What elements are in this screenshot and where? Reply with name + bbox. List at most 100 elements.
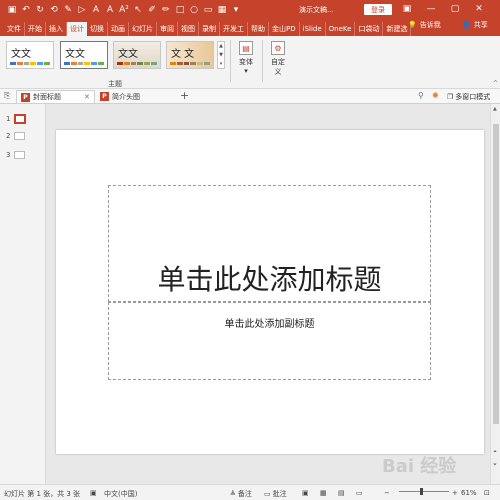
ribbon-tab-8[interactable]: 视图 [178,22,199,36]
ribbon-tab-15[interactable]: 口袋动 [355,22,384,36]
ribbon-tab-10[interactable]: 开发工 [220,22,248,36]
superscript-icon[interactable]: A² [118,4,130,16]
undo-icon[interactable]: ↶ [20,4,32,16]
ribbon-tab-12[interactable]: 金山PD [269,22,300,36]
ribbon-tab-1[interactable]: 开始 [25,22,46,36]
slide-count-status: 幻灯片 第 1 张，共 3 张 [4,490,81,498]
pen-icon[interactable]: ✐ [146,4,158,16]
login-button[interactable]: 登录 [364,4,392,15]
scroll-up-arrow-icon[interactable]: ▲ [493,106,497,112]
comments-button[interactable]: ▭ 批注 [264,489,287,499]
ribbon-tab-5[interactable]: 动画 [108,22,129,36]
notes-label: 备注 [237,490,252,498]
tell-me-box[interactable]: 💡 告诉我 [408,20,441,30]
tell-me-label: 告诉我 [419,21,441,29]
start-slideshow-icon[interactable]: ▷ [76,4,88,16]
multi-window-button[interactable]: ❐ 多窗口模式 [447,92,490,102]
ribbon-tab-2[interactable]: 插入 [46,22,67,36]
next-slide-icon[interactable]: ⏷ [493,462,497,468]
theme-thumbnail-3[interactable]: 文文 [113,41,161,69]
add-tab-button[interactable]: + [180,89,189,102]
highlighter-icon[interactable]: ✏ [160,4,172,16]
ribbon-tab-0[interactable]: 文件 [4,22,25,36]
repeat-icon[interactable]: ⟲ [48,4,60,16]
ribbon-tab-11[interactable]: 帮助 [248,22,269,36]
language-status[interactable]: 中文(中国) [104,489,137,499]
theme-gallery-scroll[interactable]: ▲ ▼ ▾ [217,41,225,69]
vertical-scrollbar[interactable]: ▲ ⏶ ⏷ [490,104,500,484]
title-bar: ▣ ↶ ↻ ⟲ ✎ ▷ A A A² ↖ ✐ ✏ □ ○ ▭ ▦ ▾ 演示文稿.… [0,0,500,19]
notes-button[interactable]: ≜ 备注 [230,489,252,499]
save-icon[interactable]: ▣ [6,4,18,16]
previous-slide-icon[interactable]: ⏶ [493,449,497,455]
slide-thumbnail-3[interactable]: 3 [6,151,26,159]
customize-button[interactable]: ⚙ 自定 义 [266,41,290,77]
ribbon-options-icon[interactable]: ▣ [400,2,414,16]
ribbon-tab-3[interactable]: 设计 [67,22,87,36]
customize-label-2: 义 [274,68,282,76]
customize-icon: ⚙ [271,41,285,55]
dropdown-icon[interactable]: ▾ [230,4,242,16]
collapse-ribbon-icon[interactable]: ^ [493,80,498,87]
ribbon-tab-13[interactable]: iSlide [300,22,326,36]
settings-icon[interactable]: ✺ [432,91,439,100]
fit-to-window-icon[interactable]: ⊡ [484,489,490,497]
minimize-icon[interactable]: — [424,2,438,16]
text-icon[interactable]: A [90,4,102,16]
comments-label: 批注 [272,490,287,498]
doc-tab-intro-image[interactable]: P 简介头图 [100,90,140,103]
theme-thumbnail-2[interactable]: 文文 [60,41,108,69]
reading-view-icon[interactable]: ▤ [338,489,345,497]
pin-icon[interactable]: ⚲ [418,91,424,100]
maximize-icon[interactable]: ▢ [448,2,462,16]
subtitle-placeholder[interactable]: 单击此处添加副标题 [108,302,431,380]
zoom-out-icon[interactable]: − [384,489,390,497]
zoom-slider-track[interactable] [399,491,449,492]
window-controls: ▣ — ▢ ✕ [400,2,486,16]
share-button[interactable]: 👤 共享 [462,20,488,30]
slide-canvas[interactable]: 单击此处添加标题 单击此处添加副标题 [56,130,484,454]
zoom-slider-handle[interactable] [420,488,423,495]
comment-icon: ▭ [264,490,271,498]
ribbon-tab-6[interactable]: 幻灯片 [129,22,157,36]
normal-view-icon[interactable]: ▣ [302,489,309,497]
ribbon-tab-7[interactable]: 审阅 [157,22,178,36]
ribbon-tab-9[interactable]: 录制 [199,22,220,36]
zoom-level[interactable]: 61% [461,489,477,497]
theme-thumbnail-1[interactable]: 文文 [6,41,54,69]
font-color-icon[interactable]: A [104,4,116,16]
ribbon-tab-14[interactable]: OneKe [326,22,356,36]
slide-number: 2 [6,132,11,140]
close-icon[interactable]: ✕ [472,2,486,16]
watermark-logo: Bai 经验 [382,456,457,477]
circle-icon[interactable]: ○ [188,4,200,16]
slide-thumbnail-1[interactable]: 1 [6,114,27,124]
tab-list-icon[interactable]: ⎘ [4,91,10,101]
scroll-down-icon[interactable]: ▼ [219,52,223,58]
screen-icon[interactable]: ▭ [202,4,214,16]
variant-button[interactable]: ▤ 变体 ▾ [234,41,258,75]
square-icon[interactable]: □ [174,4,186,16]
zoom-in-icon[interactable]: + [452,489,458,497]
slide-thumbnail-2[interactable]: 2 [6,132,26,140]
ribbon-tab-4[interactable]: 切换 [87,22,108,36]
gallery-more-icon[interactable]: ▾ [220,61,223,67]
slide-sorter-icon[interactable]: ▦ [320,489,327,497]
scrollbar-thumb[interactable] [493,124,499,424]
redo-icon[interactable]: ↻ [34,4,46,16]
theme-thumbnail-4[interactable]: 文 文 [166,41,214,69]
slideshow-view-icon[interactable]: ▭ [356,489,363,497]
close-tab-icon[interactable]: ✕ [84,93,90,101]
slide-number: 1 [6,115,11,123]
user-icon: 👤 [462,21,471,29]
theme-thumbnail-text: 文 文 [171,49,195,60]
format-painter-icon[interactable]: ✎ [62,4,74,16]
theme-color-bars [117,62,157,65]
scroll-up-icon[interactable]: ▲ [219,43,223,49]
title-placeholder[interactable]: 单击此处添加标题 [108,185,431,302]
ribbon-separator [262,40,263,82]
pointer-icon[interactable]: ↖ [132,4,144,16]
grid-icon[interactable]: ▦ [216,4,228,16]
spellcheck-icon[interactable]: ▣ [90,489,97,497]
doc-tab-cover-title[interactable]: P 封面标题 ✕ [16,90,95,103]
